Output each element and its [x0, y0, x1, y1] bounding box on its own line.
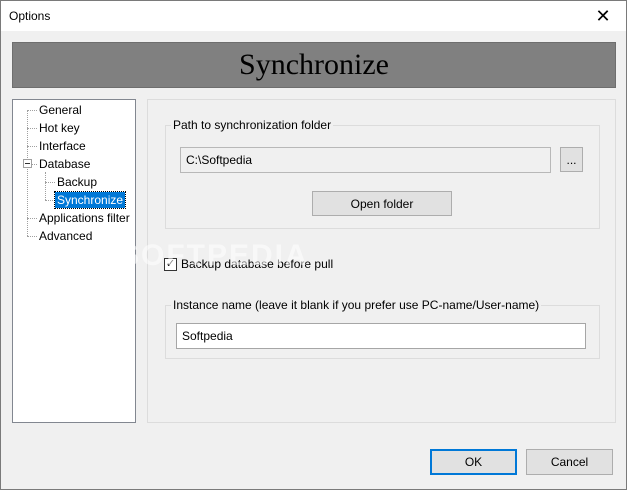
sync-path-field[interactable]: C:\Softpedia: [180, 147, 551, 173]
close-icon: ✕: [595, 5, 611, 26]
tree-item-interface[interactable]: Interface: [37, 138, 88, 154]
browse-button[interactable]: ...: [560, 147, 583, 172]
ok-button[interactable]: OK: [430, 449, 517, 475]
page-title: Synchronize: [239, 48, 389, 81]
tree-line: [27, 110, 37, 111]
options-window: Options ✕ Synchronize General Hot key In…: [0, 0, 627, 490]
instance-name-field[interactable]: Softpedia: [176, 323, 586, 349]
instance-group-label: Instance name (leave it blank if you pre…: [171, 298, 542, 312]
tree-line: [27, 128, 37, 129]
tree-item-database[interactable]: Database: [37, 156, 92, 172]
title-bar: Options ✕: [1, 1, 626, 31]
page-banner: Synchronize: [12, 42, 616, 88]
close-button[interactable]: ✕: [580, 1, 626, 31]
tree-item-applications-filter[interactable]: Applications filter: [37, 210, 132, 226]
tree-item-backup[interactable]: Backup: [55, 174, 99, 190]
tree-line: [27, 218, 37, 219]
tree-line: [45, 172, 46, 200]
tree-item-synchronize[interactable]: Synchronize: [53, 191, 127, 209]
tree-item-hot-key[interactable]: Hot key: [37, 120, 82, 136]
backup-checkbox[interactable]: ✓: [164, 258, 177, 271]
tree-item-advanced[interactable]: Advanced: [37, 228, 94, 244]
path-group-label: Path to synchronization folder: [171, 118, 334, 132]
backup-checkbox-label[interactable]: Backup database before pull: [181, 257, 333, 271]
tree-line: [45, 182, 55, 183]
tree-line: [45, 200, 55, 201]
tree-line: [27, 146, 37, 147]
tree-item-general[interactable]: General: [37, 102, 84, 118]
cancel-button[interactable]: Cancel: [526, 449, 613, 475]
tree-line: [27, 236, 37, 237]
collapse-toggle-icon[interactable]: [23, 159, 32, 168]
open-folder-button[interactable]: Open folder: [312, 191, 452, 216]
settings-tree[interactable]: General Hot key Interface Database Backu…: [12, 99, 136, 423]
window-title: Options: [9, 9, 51, 23]
